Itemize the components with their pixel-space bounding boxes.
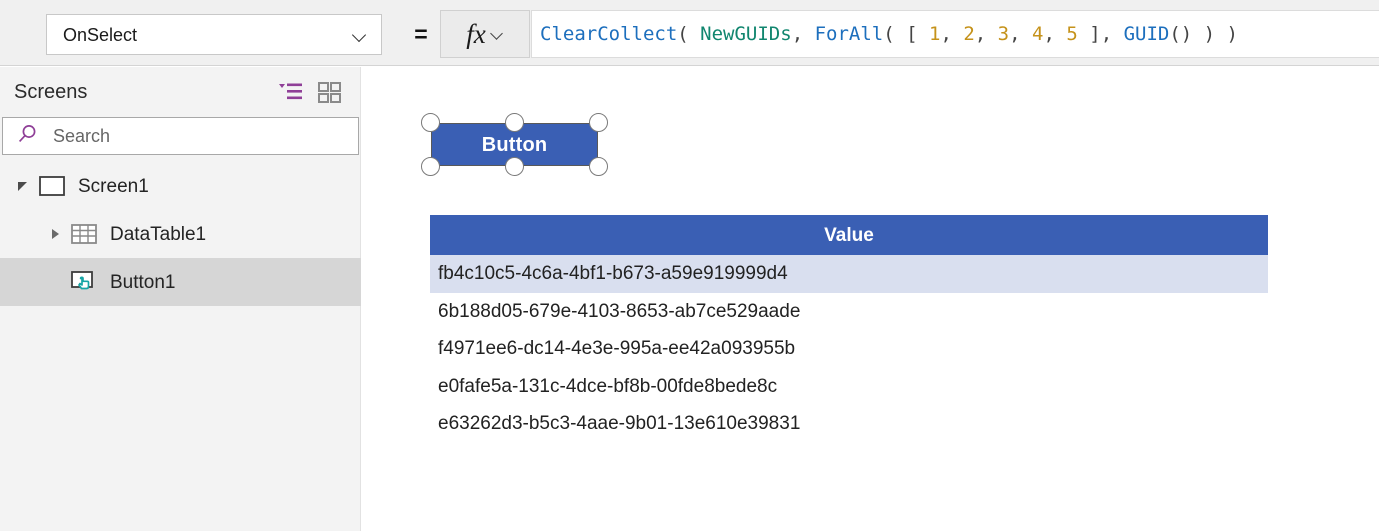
table-row[interactable]: e63262d3-b5c3-4aae-9b01-13e610e39831 bbox=[430, 405, 1268, 443]
equals-sign: = bbox=[414, 21, 428, 47]
screens-tree: Screen1 DataTable1 Button1 bbox=[0, 162, 361, 306]
search-box[interactable] bbox=[2, 117, 359, 155]
datatable-icon bbox=[70, 222, 98, 246]
table-cell-value: fb4c10c5-4c6a-4bf1-b673-a59e919999d4 bbox=[438, 263, 788, 285]
property-dropdown[interactable]: OnSelect bbox=[46, 14, 382, 55]
formula-token: ( [ bbox=[883, 23, 929, 45]
formula-token: GUID bbox=[1123, 23, 1170, 45]
fx-icon: fx bbox=[466, 18, 486, 49]
resize-handle-top-right[interactable] bbox=[589, 113, 608, 132]
table-row[interactable]: e0fafe5a-131c-4dce-bf8b-00fde8bede8c bbox=[430, 367, 1268, 405]
formula-token: () ) ) bbox=[1169, 23, 1238, 45]
app-canvas: Button Value fb4c10c5-4c6a-4bf1-b673-a59… bbox=[385, 67, 1379, 531]
table-cell-value: f4971ee6-dc14-4e3e-995a-ee42a093955b bbox=[438, 338, 796, 360]
chevron-down-icon bbox=[492, 28, 504, 40]
thumbnail-view-icon[interactable] bbox=[317, 80, 343, 104]
caret-right-icon[interactable] bbox=[40, 210, 70, 258]
formula-token: 1 bbox=[928, 23, 941, 45]
tree-item-label: Button1 bbox=[110, 271, 176, 293]
resize-handle-bottom-left[interactable] bbox=[421, 157, 440, 176]
search-input[interactable] bbox=[51, 124, 358, 148]
formula-token: , bbox=[974, 23, 998, 45]
sidebar-title: Screens bbox=[14, 81, 88, 103]
formula-token: 4 bbox=[1032, 23, 1044, 45]
property-dropdown-value: OnSelect bbox=[63, 24, 138, 45]
table-cell-value: e0fafe5a-131c-4dce-bf8b-00fde8bede8c bbox=[438, 375, 778, 397]
formula-token: 5 bbox=[1066, 23, 1078, 45]
formula-token: , bbox=[1009, 23, 1033, 45]
tree-twisty-spacer bbox=[40, 258, 70, 306]
column-header-value: Value bbox=[824, 224, 874, 246]
table-row[interactable]: 6b188d05-679e-4103-8653-ab7ce529aade bbox=[430, 292, 1268, 330]
fx-button[interactable]: fx bbox=[440, 10, 530, 58]
tree-item-screen1[interactable]: Screen1 bbox=[0, 162, 361, 210]
search-icon bbox=[17, 123, 39, 150]
chevron-down-icon bbox=[353, 28, 367, 42]
tree-item-label: DataTable1 bbox=[110, 223, 207, 245]
formula-token: ForAll bbox=[814, 23, 884, 45]
resize-handle-top-center[interactable] bbox=[505, 113, 524, 132]
button-widget-label: Button bbox=[481, 133, 548, 156]
resize-handle-bottom-center[interactable] bbox=[505, 157, 524, 176]
table-row[interactable]: f4971ee6-dc14-4e3e-995a-ee42a093955b bbox=[430, 330, 1268, 368]
formula-input[interactable]: ClearCollect( NewGUIDs, ForAll( [ 1, 2, … bbox=[531, 10, 1379, 58]
table-row[interactable]: fb4c10c5-4c6a-4bf1-b673-a59e919999d4 bbox=[430, 255, 1268, 293]
formula-token: , bbox=[940, 23, 964, 45]
formula-token: 2 bbox=[963, 23, 975, 45]
formula-token: NewGUIDs bbox=[700, 23, 792, 45]
tree-item-button1[interactable]: Button1 bbox=[0, 258, 361, 306]
data-table-widget: Value fb4c10c5-4c6a-4bf1-b673-a59e919999… bbox=[430, 215, 1268, 443]
formula-token: , bbox=[791, 23, 815, 45]
formula-token: ( bbox=[677, 23, 701, 45]
formula-token: ClearCollect bbox=[540, 23, 678, 45]
button-icon bbox=[70, 270, 98, 294]
formula-bar: OnSelect = fx ClearCollect( NewGUIDs, Fo… bbox=[0, 0, 1379, 66]
table-cell-value: e63262d3-b5c3-4aae-9b01-13e610e39831 bbox=[438, 413, 801, 435]
tree-item-label: Screen1 bbox=[78, 175, 149, 197]
caret-down-icon[interactable] bbox=[8, 162, 38, 210]
data-table-body: fb4c10c5-4c6a-4bf1-b673-a59e919999d4 6b18… bbox=[430, 255, 1268, 443]
sidebar-header: Screens bbox=[0, 67, 361, 117]
resize-handle-top-left[interactable] bbox=[421, 113, 440, 132]
formula-text: ClearCollect( NewGUIDs, ForAll( [ 1, 2, … bbox=[540, 23, 1238, 45]
tree-view-icon[interactable] bbox=[277, 80, 303, 104]
button-widget-selection: Button bbox=[418, 111, 611, 178]
resize-handle-bottom-right[interactable] bbox=[589, 157, 608, 176]
screen-icon bbox=[38, 174, 66, 198]
table-cell-value: 6b188d05-679e-4103-8653-ab7ce529aade bbox=[438, 300, 801, 322]
powerapps-studio-window: OnSelect = fx ClearCollect( NewGUIDs, Fo… bbox=[0, 0, 1379, 531]
tree-item-datatable1[interactable]: DataTable1 bbox=[0, 210, 361, 258]
formula-token: ], bbox=[1077, 23, 1124, 45]
data-table-header: Value bbox=[430, 215, 1268, 255]
screens-sidebar: Screens Search Screen1 DataTable1 Button… bbox=[0, 67, 361, 531]
formula-token: 3 bbox=[997, 23, 1010, 45]
formula-token: , bbox=[1043, 23, 1067, 45]
